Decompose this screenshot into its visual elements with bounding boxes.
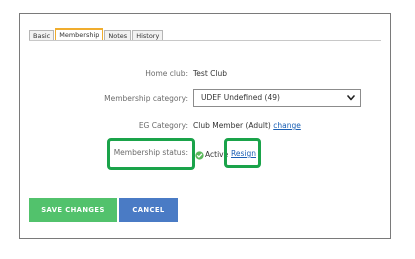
tab-bar: Basic Membership Notes History xyxy=(29,28,164,40)
tab-basic[interactable]: Basic xyxy=(29,30,55,40)
check-circle-icon xyxy=(195,145,204,160)
home-club-value: Test Club xyxy=(193,69,227,78)
cancel-button[interactable]: CANCEL xyxy=(119,198,178,222)
chevron-down-icon xyxy=(347,90,355,106)
membership-panel: Basic Membership Notes History Home club… xyxy=(19,13,391,239)
tab-notes[interactable]: Notes xyxy=(104,30,132,40)
membership-category-select[interactable]: UDEF Undefined (49) xyxy=(193,89,361,107)
resign-link[interactable]: Resign xyxy=(231,149,256,158)
home-club-label: Home club: xyxy=(145,69,188,78)
tab-divider xyxy=(29,40,381,41)
membership-category-selected: UDEF Undefined (49) xyxy=(201,93,280,102)
eg-category-label: EG Category: xyxy=(138,121,188,130)
change-link[interactable]: change xyxy=(273,121,301,130)
eg-category-field: Club Member (Adult) change xyxy=(193,121,301,130)
membership-status-label: Membership status: xyxy=(113,148,188,157)
tab-membership[interactable]: Membership xyxy=(55,28,104,40)
eg-category-value: Club Member (Adult) xyxy=(193,121,271,130)
tab-history[interactable]: History xyxy=(132,30,164,40)
save-changes-button[interactable]: SAVE CHANGES xyxy=(29,198,117,222)
membership-category-label: Membership category: xyxy=(104,94,188,103)
resign-field: Resign xyxy=(231,149,256,158)
